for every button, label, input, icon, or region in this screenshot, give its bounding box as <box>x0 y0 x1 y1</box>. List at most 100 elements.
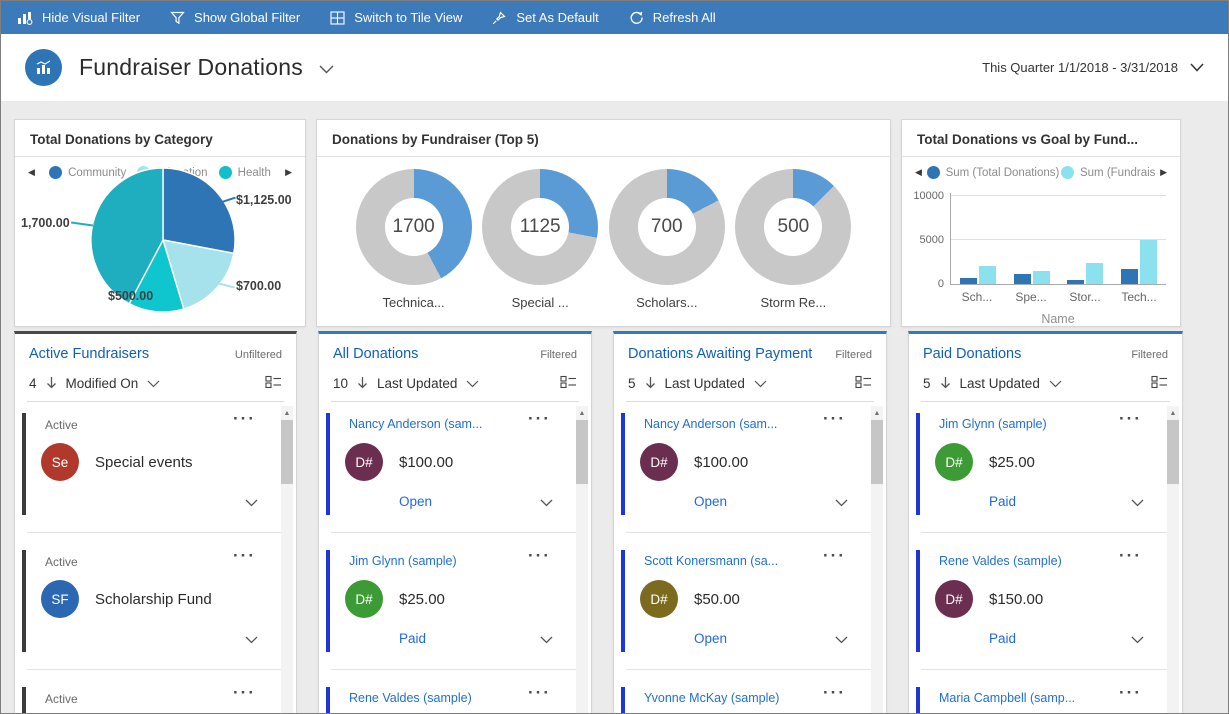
switch-to-tile-view-button[interactable]: Switch to Tile View <box>330 10 462 25</box>
stream-card[interactable]: Rene Valdes (sample)··· <box>319 680 591 714</box>
donut-chart[interactable]: 700 <box>609 169 725 285</box>
card-record-link[interactable]: Maria Campbell (samp... <box>939 691 1126 705</box>
more-options-icon[interactable]: ··· <box>233 683 256 703</box>
card-record-link[interactable]: Scott Konersmann (sa... <box>644 554 830 568</box>
card-record-link[interactable]: Jim Glynn (sample) <box>939 417 1126 431</box>
more-options-icon[interactable]: ··· <box>528 409 551 429</box>
panel-donations-by-fundraiser: Donations by Fundraiser (Top 5) 1700Tech… <box>316 119 891 327</box>
more-options-icon[interactable]: ··· <box>233 409 256 429</box>
card-record-name: Scholarship Fund <box>95 591 212 608</box>
sort-direction-icon[interactable] <box>645 376 656 392</box>
more-options-icon[interactable]: ··· <box>1119 683 1142 703</box>
donut-value: 1125 <box>520 216 561 238</box>
card-status-link[interactable]: Paid <box>399 631 426 646</box>
bar-total-donations[interactable] <box>960 278 977 284</box>
bar-total-donations[interactable] <box>1067 280 1084 284</box>
sort-field-label[interactable]: Last Updated <box>960 376 1040 391</box>
card-expand-chevron-icon[interactable] <box>1131 494 1144 512</box>
list-settings-icon[interactable] <box>265 375 282 392</box>
donut-chart[interactable]: 500 <box>735 169 851 285</box>
list-settings-icon[interactable] <box>560 375 577 392</box>
stream-card[interactable]: Rene Valdes (sample)···D#$150.00Paid <box>909 543 1182 659</box>
card-status-link[interactable]: Paid <box>989 494 1016 509</box>
card-expand-chevron-icon[interactable] <box>245 494 258 512</box>
set-as-default-button[interactable]: Set As Default <box>492 10 598 25</box>
sort-field-label[interactable]: Last Updated <box>665 376 745 391</box>
bar-fundraiser-goal[interactable] <box>979 266 996 284</box>
pie-slice[interactable] <box>163 168 235 253</box>
scroll-up-icon[interactable]: ▲ <box>871 406 883 420</box>
list-settings-icon[interactable] <box>855 375 872 392</box>
more-options-icon[interactable]: ··· <box>528 546 551 566</box>
stream-card[interactable]: Scott Konersmann (sa...···D#$50.00Open <box>614 543 886 659</box>
scroll-up-icon[interactable]: ▲ <box>281 406 293 420</box>
card-record-link[interactable]: Rene Valdes (sample) <box>349 691 535 705</box>
show-global-filter-button[interactable]: Show Global Filter <box>170 10 300 25</box>
sort-field-chevron-icon[interactable] <box>466 376 479 391</box>
card-status-link[interactable]: Paid <box>989 631 1016 646</box>
stream-card[interactable]: Active···SeSpecial events <box>15 406 296 522</box>
stream-card[interactable]: Jim Glynn (sample)···D#$25.00Paid <box>909 406 1182 522</box>
stream-card[interactable]: Maria Campbell (samp...··· <box>909 680 1182 714</box>
dashboard-selector-chevron-icon[interactable] <box>319 61 334 79</box>
scrollbar-thumb[interactable] <box>871 420 883 484</box>
card-record-link[interactable]: Nancy Anderson (sam... <box>349 417 535 431</box>
stream-card[interactable]: Active··· <box>15 680 296 714</box>
list-settings-icon[interactable] <box>1151 375 1168 392</box>
stream-card[interactable]: Yvonne McKay (sample)··· <box>614 680 886 714</box>
scroll-up-icon[interactable]: ▲ <box>1167 406 1179 420</box>
more-options-icon[interactable]: ··· <box>823 546 846 566</box>
sort-direction-icon[interactable] <box>940 376 951 392</box>
scroll-up-icon[interactable]: ▲ <box>576 406 588 420</box>
scrollbar-thumb[interactable] <box>576 420 588 484</box>
card-status-link[interactable]: Open <box>694 631 727 646</box>
donut-chart[interactable]: 1700 <box>356 169 472 285</box>
bar-fundraiser-goal[interactable] <box>1086 263 1103 284</box>
donut-chart[interactable]: 1125 <box>482 169 598 285</box>
more-options-icon[interactable]: ··· <box>1119 546 1142 566</box>
card-expand-chevron-icon[interactable] <box>835 631 848 649</box>
card-record-link[interactable]: Nancy Anderson (sam... <box>644 417 830 431</box>
hide-visual-filter-button[interactable]: Hide Visual Filter <box>17 10 140 25</box>
sort-direction-icon[interactable] <box>357 376 368 392</box>
bar-fundraiser-goal[interactable] <box>1033 271 1050 284</box>
card-record-link[interactable]: Rene Valdes (sample) <box>939 554 1126 568</box>
sort-field-label[interactable]: Modified On <box>66 376 139 391</box>
card-record-link[interactable]: Yvonne McKay (sample) <box>644 691 830 705</box>
more-options-icon[interactable]: ··· <box>528 683 551 703</box>
stream-card[interactable]: Nancy Anderson (sam...···D#$100.00Open <box>319 406 591 522</box>
legend-prev-icon[interactable]: ◀ <box>25 167 38 178</box>
bar-fundraiser-goal[interactable] <box>1140 240 1157 284</box>
sort-field-chevron-icon[interactable] <box>147 376 160 391</box>
legend-prev-icon[interactable]: ◀ <box>912 167 925 178</box>
sort-field-label[interactable]: Last Updated <box>377 376 457 391</box>
sort-field-chevron-icon[interactable] <box>1049 376 1062 391</box>
card-expand-chevron-icon[interactable] <box>540 631 553 649</box>
refresh-all-button[interactable]: Refresh All <box>629 10 716 25</box>
more-options-icon[interactable]: ··· <box>823 409 846 429</box>
more-options-icon[interactable]: ··· <box>233 546 256 566</box>
bar-total-donations[interactable] <box>1121 269 1138 284</box>
card-expand-chevron-icon[interactable] <box>835 494 848 512</box>
stream-card[interactable]: Active···SFScholarship Fund <box>15 543 296 659</box>
card-accent-bar <box>22 413 26 515</box>
sort-direction-icon[interactable] <box>46 376 57 392</box>
card-expand-chevron-icon[interactable] <box>1131 631 1144 649</box>
bar-plot[interactable]: 0500010000 <box>950 193 1166 285</box>
more-options-icon[interactable]: ··· <box>823 683 846 703</box>
card-status-link[interactable]: Open <box>694 494 727 509</box>
time-range-selector[interactable]: This Quarter 1/1/2018 - 3/31/2018 <box>982 60 1204 75</box>
scrollbar-thumb[interactable] <box>1167 420 1179 484</box>
stream-card[interactable]: Jim Glynn (sample)···D#$25.00Paid <box>319 543 591 659</box>
card-expand-chevron-icon[interactable] <box>245 631 258 649</box>
card-record-link[interactable]: Jim Glynn (sample) <box>349 554 535 568</box>
legend-next-icon[interactable]: ▶ <box>282 167 295 178</box>
card-status-link[interactable]: Open <box>399 494 432 509</box>
card-expand-chevron-icon[interactable] <box>540 494 553 512</box>
more-options-icon[interactable]: ··· <box>1119 409 1142 429</box>
stream-card[interactable]: Nancy Anderson (sam...···D#$100.00Open <box>614 406 886 522</box>
bar-total-donations[interactable] <box>1014 274 1031 284</box>
sort-field-chevron-icon[interactable] <box>754 376 767 391</box>
scrollbar-thumb[interactable] <box>281 420 293 484</box>
legend-next-icon[interactable]: ▶ <box>1157 167 1170 178</box>
